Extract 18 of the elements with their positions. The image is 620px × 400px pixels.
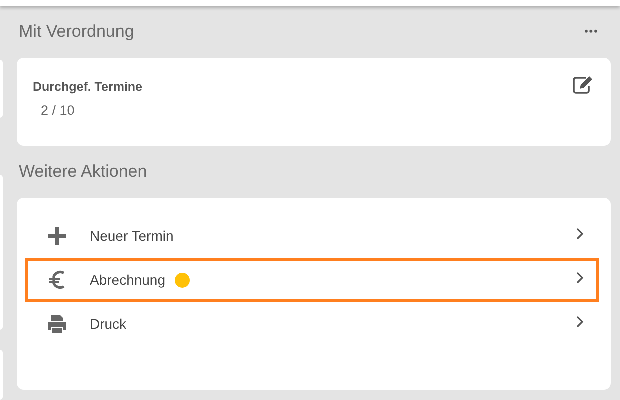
chevron-icon	[576, 228, 584, 240]
action-label: Neuer Termin	[90, 228, 174, 244]
more-button[interactable]: •••	[584, 26, 599, 38]
action-label: Abrechnung	[90, 272, 166, 288]
edit-icon[interactable]	[573, 76, 593, 94]
euro-icon	[49, 270, 65, 290]
action-item[interactable]: Druck	[25, 302, 599, 346]
card-label: Durchgef. Termine	[33, 80, 143, 94]
printer-icon	[47, 314, 67, 334]
action-item[interactable]: Abrechnung	[25, 258, 599, 302]
plus-icon	[48, 227, 66, 245]
action-label: Druck	[90, 316, 127, 332]
chevron-icon	[576, 272, 584, 284]
action-item[interactable]: Neuer Termin	[25, 214, 599, 258]
chevron-icon	[576, 316, 584, 328]
section-title: Weitere Aktionen	[18, 162, 148, 182]
section-title: Mit Verordnung	[18, 22, 134, 42]
card-value: 2 / 10	[41, 103, 76, 118]
